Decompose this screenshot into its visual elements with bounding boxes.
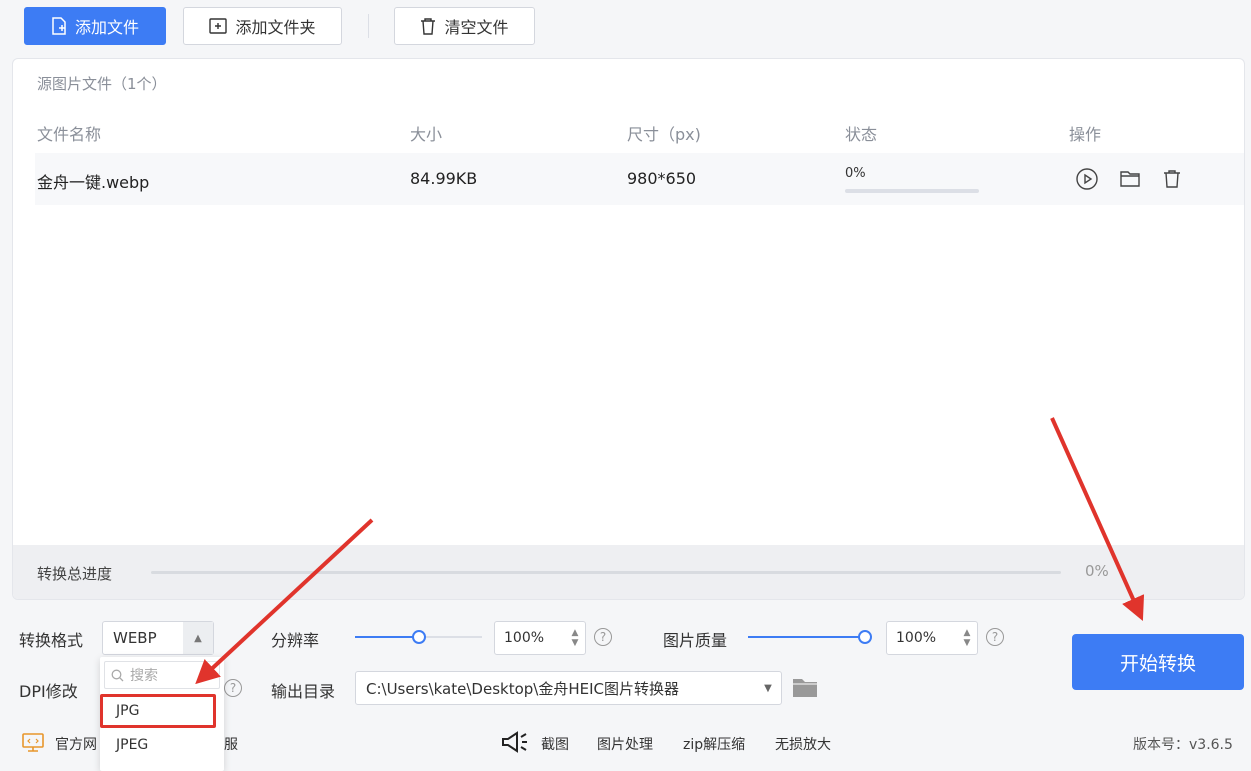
folder-icon[interactable] bbox=[1118, 167, 1142, 191]
format-value: WEBP bbox=[113, 629, 157, 647]
quality-value: 100% bbox=[896, 630, 937, 646]
file-panel: 源图片文件（1个） 文件名称 大小 尺寸（px) 状态 操作 金舟一键.webp… bbox=[12, 58, 1245, 600]
format-search-placeholder: 搜索 bbox=[130, 668, 158, 684]
add-folder-icon bbox=[209, 18, 228, 34]
add-folder-label: 添加文件夹 bbox=[235, 18, 316, 37]
help-icon[interactable]: ? bbox=[986, 628, 1004, 646]
output-dir-label: 输出目录 bbox=[271, 682, 336, 701]
version-label: 版本号：v3.6.5 bbox=[1133, 737, 1233, 753]
column-header-dimensions: 尺寸（px) bbox=[627, 125, 701, 144]
format-search-input[interactable]: 搜索 bbox=[104, 661, 220, 689]
total-progress-bar bbox=[151, 571, 1061, 574]
file-size: 84.99KB bbox=[410, 169, 478, 188]
customer-service-link[interactable]: 服 bbox=[224, 734, 238, 754]
caret-up-icon: ▲ bbox=[183, 622, 213, 654]
clear-files-button[interactable]: 清空文件 bbox=[394, 7, 535, 45]
clear-files-label: 清空文件 bbox=[444, 18, 509, 37]
table-row[interactable]: 金舟一键.webp 84.99KB 980*650 0% bbox=[35, 153, 1244, 205]
column-header-size: 大小 bbox=[410, 125, 443, 144]
quality-slider-fill bbox=[748, 636, 865, 638]
start-convert-button[interactable]: 开始转换 bbox=[1072, 634, 1244, 690]
output-dir-value: C:\Users\kate\Desktop\金舟HEIC图片转换器 bbox=[366, 679, 679, 698]
website-icon[interactable] bbox=[22, 733, 44, 753]
quality-input[interactable]: 100% ▲ ▼ bbox=[886, 621, 978, 655]
quality-slider-handle[interactable] bbox=[858, 630, 872, 644]
total-progress-value: 0% bbox=[1085, 562, 1109, 580]
add-folder-button[interactable]: 添加文件夹 bbox=[183, 7, 342, 45]
file-status: 0% bbox=[845, 166, 866, 181]
format-label: 转换格式 bbox=[19, 631, 84, 650]
screenshot-link[interactable]: 截图 bbox=[541, 734, 569, 754]
delete-icon[interactable] bbox=[1160, 167, 1184, 191]
play-icon[interactable] bbox=[1075, 167, 1099, 191]
official-website-link[interactable]: 官方网 bbox=[55, 734, 97, 754]
file-progress-bar bbox=[845, 189, 979, 193]
add-file-button[interactable]: 添加文件 bbox=[24, 7, 166, 45]
column-header-status: 状态 bbox=[845, 125, 878, 144]
help-icon[interactable]: ? bbox=[594, 628, 612, 646]
caret-down-icon: ▼ bbox=[764, 682, 772, 694]
format-select[interactable]: WEBP ▲ bbox=[102, 621, 214, 655]
resolution-input[interactable]: 100% ▲ ▼ bbox=[494, 621, 586, 655]
megaphone-icon bbox=[502, 731, 527, 753]
lossless-upscale-link[interactable]: 无损放大 bbox=[775, 734, 831, 754]
quality-label: 图片质量 bbox=[663, 631, 728, 650]
column-header-actions: 操作 bbox=[1069, 125, 1102, 144]
format-option-jpeg[interactable]: JPEG bbox=[100, 728, 224, 762]
stepper-icon[interactable]: ▲ ▼ bbox=[957, 628, 977, 648]
file-dimensions: 980*650 bbox=[627, 169, 697, 188]
browse-folder-icon[interactable] bbox=[792, 675, 818, 699]
column-header-name: 文件名称 bbox=[37, 125, 102, 144]
trash-icon bbox=[421, 18, 436, 35]
resolution-slider-handle[interactable] bbox=[411, 630, 426, 644]
resolution-value: 100% bbox=[504, 630, 545, 646]
zip-extract-link[interactable]: zip解压缩 bbox=[683, 734, 745, 754]
help-icon[interactable]: ? bbox=[224, 679, 242, 697]
stepper-icon[interactable]: ▲ ▼ bbox=[565, 628, 585, 648]
source-files-title: 源图片文件（1个） bbox=[37, 75, 167, 93]
search-icon bbox=[111, 669, 124, 681]
file-name: 金舟一键.webp bbox=[37, 173, 150, 192]
output-dir-select[interactable]: C:\Users\kate\Desktop\金舟HEIC图片转换器 ▼ bbox=[355, 671, 782, 705]
total-progress-label: 转换总进度 bbox=[37, 565, 113, 583]
total-progress-section: 转换总进度 0% bbox=[13, 545, 1244, 599]
resolution-label: 分辨率 bbox=[271, 631, 320, 650]
toolbar-divider bbox=[368, 14, 369, 38]
add-file-icon bbox=[52, 17, 66, 35]
annotation-highlight-box bbox=[100, 694, 216, 728]
add-file-label: 添加文件 bbox=[74, 18, 139, 37]
dpi-label: DPI修改 bbox=[19, 682, 78, 701]
image-processing-link[interactable]: 图片处理 bbox=[597, 734, 653, 754]
resolution-slider-fill bbox=[355, 636, 419, 638]
